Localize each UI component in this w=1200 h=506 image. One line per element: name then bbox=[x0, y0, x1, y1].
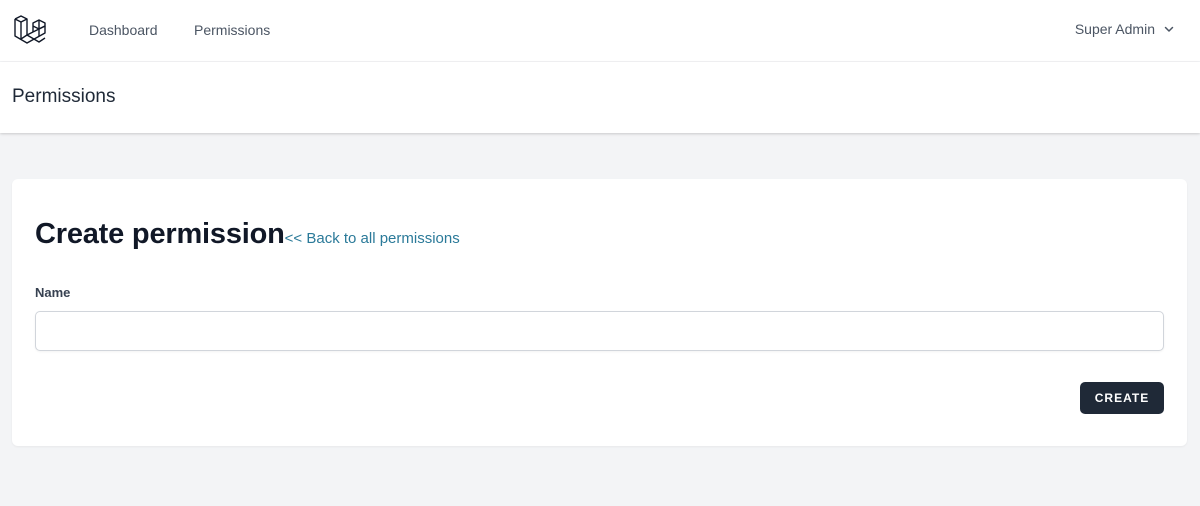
name-input[interactable] bbox=[35, 311, 1164, 351]
create-button[interactable]: CREATE bbox=[1080, 382, 1164, 414]
top-navbar: Dashboard Permissions Super Admin bbox=[0, 0, 1200, 62]
user-name: Super Admin bbox=[1074, 21, 1155, 37]
back-to-permissions-link[interactable]: << Back to all permissions bbox=[285, 230, 460, 247]
page-title: Permissions bbox=[12, 86, 116, 107]
form-title-row: Create permission << Back to all permiss… bbox=[35, 218, 460, 250]
chevron-down-icon bbox=[1164, 26, 1174, 32]
page-header: Permissions bbox=[0, 62, 1200, 133]
name-label: Name bbox=[35, 285, 71, 300]
nav-link-permissions[interactable]: Permissions bbox=[194, 22, 270, 38]
laravel-logo-icon[interactable] bbox=[13, 13, 47, 47]
form-title: Create permission bbox=[35, 218, 285, 250]
nav-link-dashboard[interactable]: Dashboard bbox=[89, 22, 158, 38]
user-menu-dropdown[interactable]: Super Admin bbox=[1075, 21, 1174, 37]
create-permission-card: Create permission << Back to all permiss… bbox=[12, 179, 1187, 446]
